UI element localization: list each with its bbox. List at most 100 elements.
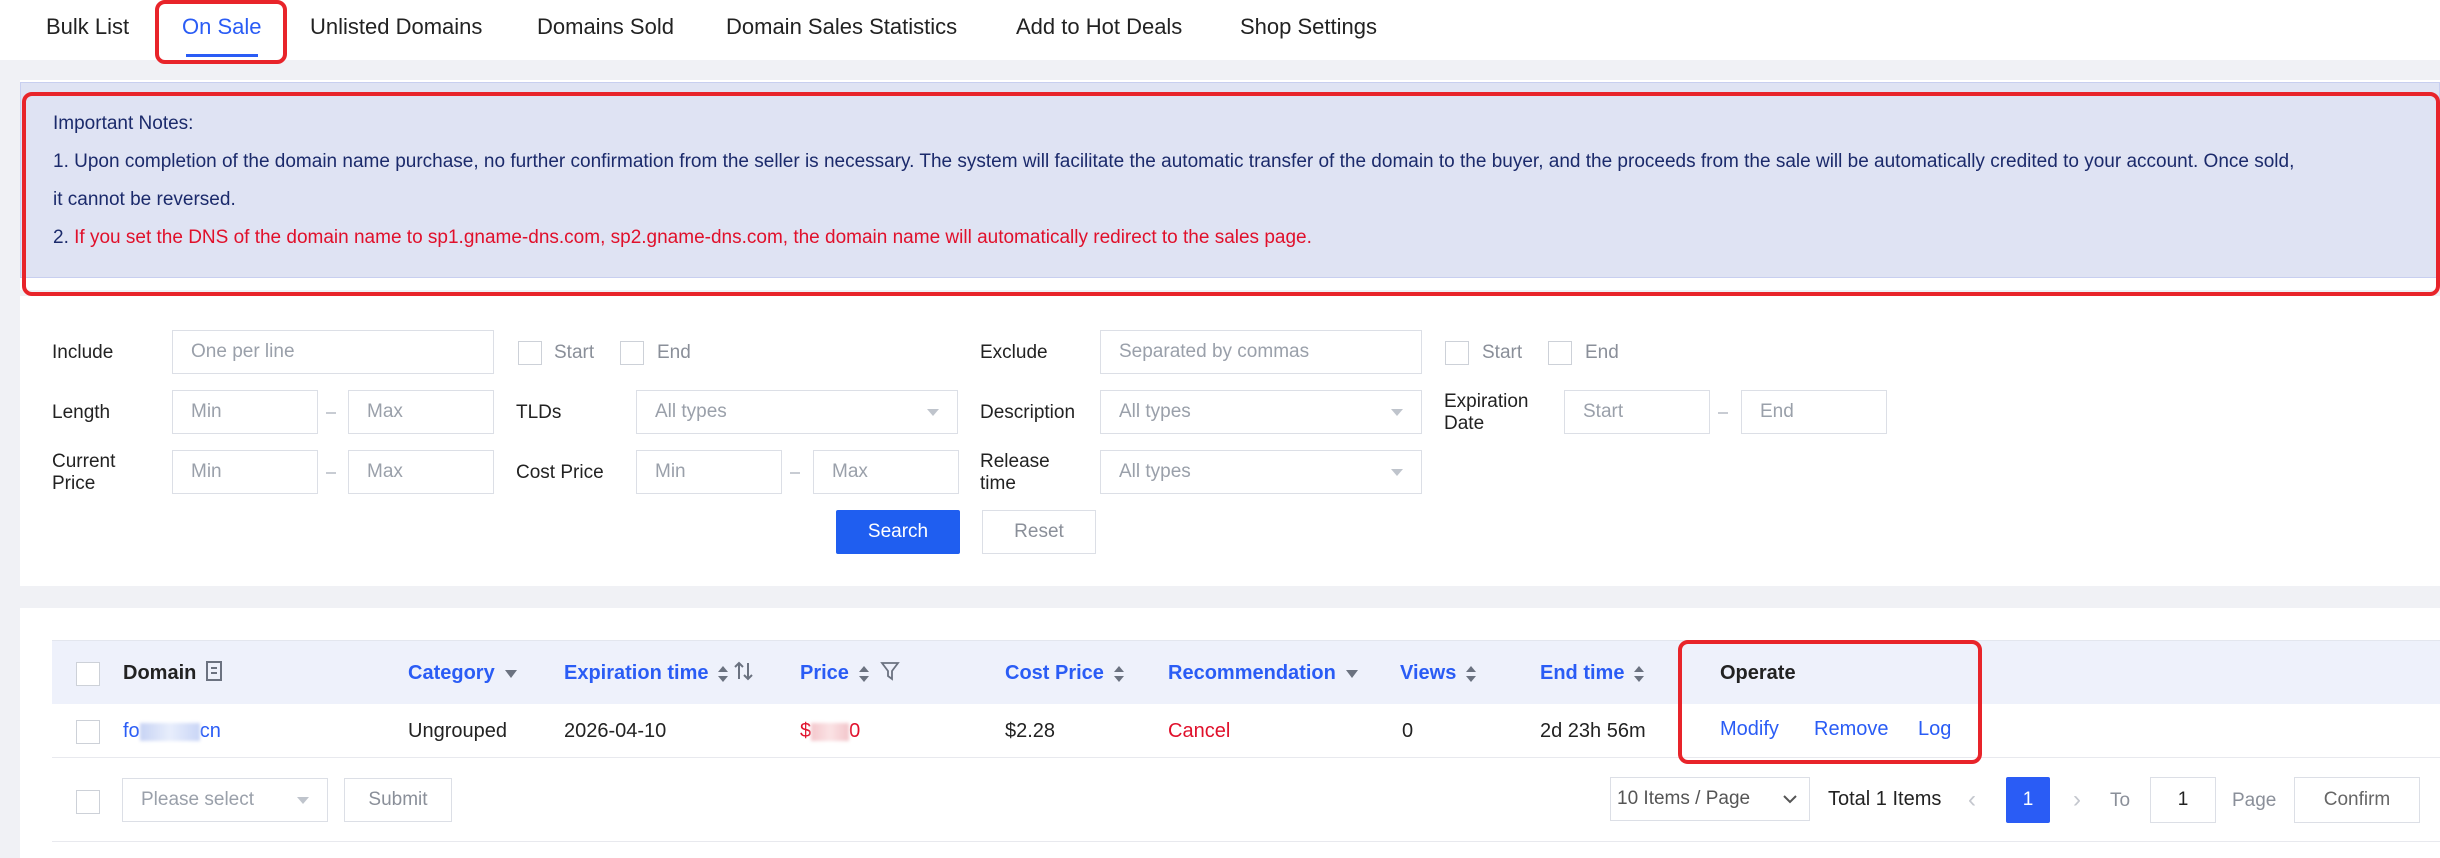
log-link[interactable]: Log <box>1918 718 1951 741</box>
include-end-checkbox[interactable] <box>620 341 644 365</box>
tab-unlisted-domains[interactable]: Unlisted Domains <box>310 14 482 46</box>
domain-text-end: cn <box>199 720 221 742</box>
column-price[interactable]: Price <box>800 662 869 685</box>
column-expiration-time[interactable]: Expiration time <box>564 662 729 685</box>
page-size-value: 10 Items / Page <box>1617 788 1751 809</box>
chevron-down-icon <box>1783 795 1797 804</box>
range-dash <box>790 472 800 474</box>
reset-button[interactable]: Reset <box>982 510 1096 554</box>
page-label: Page <box>2232 790 2277 811</box>
column-recommendation[interactable]: Recommendation <box>1168 662 1358 685</box>
include-input[interactable]: One per line <box>172 330 494 374</box>
column-category[interactable]: Category <box>408 662 517 685</box>
release-time-label: Release time <box>980 451 1050 495</box>
domain-text-start: fo <box>123 720 140 742</box>
notice-line-2-number: 2. <box>53 227 75 248</box>
row-checkbox[interactable] <box>76 720 100 744</box>
page-1-button[interactable]: 1 <box>2006 777 2050 823</box>
notice-line-2-text: If you set the DNS of the domain name to… <box>74 227 1312 248</box>
column-label: Cost Price <box>1005 662 1104 684</box>
length-label: Length <box>52 402 111 423</box>
sort-order-icon[interactable] <box>733 660 755 682</box>
exclude-end-checkbox[interactable] <box>1548 341 1572 365</box>
confirm-button[interactable]: Confirm <box>2294 777 2420 823</box>
range-dash <box>326 472 336 474</box>
cost-price-max-input[interactable]: Max <box>813 450 959 494</box>
tlds-label: TLDs <box>516 402 562 423</box>
sort-icon <box>1634 665 1645 683</box>
column-label: Views <box>1400 662 1457 684</box>
expiration-end-input[interactable]: End <box>1741 390 1887 434</box>
expiration-date-label: Expiration Date <box>1444 391 1529 435</box>
column-cost-price[interactable]: Cost Price <box>1005 662 1124 685</box>
tab-domain-sales-statistics[interactable]: Domain Sales Statistics <box>726 14 957 46</box>
remove-link[interactable]: Remove <box>1814 718 1888 741</box>
sort-icon <box>1113 665 1124 683</box>
label-line: Expiration <box>1444 391 1529 412</box>
notice-title: Important Notes: <box>53 113 194 134</box>
tab-label: On Sale <box>182 14 262 39</box>
notice-line-1-cont: it cannot be reversed. <box>53 189 236 210</box>
domain-link[interactable]: fo cn <box>123 720 221 743</box>
prev-page-icon[interactable]: ‹ <box>1968 786 1976 814</box>
column-end-time[interactable]: End time <box>1540 662 1645 685</box>
modify-link[interactable]: Modify <box>1720 718 1779 741</box>
column-views[interactable]: Views <box>1400 662 1477 685</box>
exclude-start-checkbox[interactable] <box>1445 341 1469 365</box>
label-line: Price <box>52 473 96 494</box>
views-cell: 0 <box>1402 720 1414 742</box>
exclude-input[interactable]: Separated by commas <box>1100 330 1422 374</box>
current-price-label: Current Price <box>52 451 115 495</box>
tab-on-sale[interactable]: On Sale <box>182 14 262 57</box>
tab-domains-sold[interactable]: Domains Sold <box>537 14 674 46</box>
cancel-recommendation-link[interactable]: Cancel <box>1168 720 1230 743</box>
next-page-icon[interactable]: › <box>2073 786 2081 814</box>
range-dash <box>1718 412 1728 414</box>
active-tab-indicator <box>186 54 258 57</box>
tab-shop-settings[interactable]: Shop Settings <box>1240 14 1377 46</box>
tab-label: Bulk List <box>46 14 130 39</box>
include-end-label: End <box>657 342 691 363</box>
filter-icon[interactable] <box>880 661 900 681</box>
exclude-end-label: End <box>1585 342 1619 363</box>
filter-caret-icon <box>1345 669 1358 678</box>
current-price-min-input[interactable]: Min <box>172 450 318 494</box>
tab-label: Add to Hot Deals <box>1016 14 1183 39</box>
column-label: Recommendation <box>1168 662 1336 684</box>
length-min-input[interactable]: Min <box>172 390 318 434</box>
include-start-checkbox[interactable] <box>518 341 542 365</box>
document-icon[interactable] <box>205 660 225 682</box>
sort-icon <box>858 665 869 683</box>
select-all-checkbox[interactable] <box>76 662 100 686</box>
current-price-max-input[interactable]: Max <box>348 450 494 494</box>
redacted-price <box>811 722 850 741</box>
end-time-cell: 2d 23h 56m <box>1540 720 1646 742</box>
tab-label: Domain Sales Statistics <box>726 14 958 39</box>
exclude-start-label: Start <box>1482 342 1523 363</box>
label-line: time <box>980 473 1016 494</box>
include-start-label: Start <box>554 342 595 363</box>
footer-select-all-checkbox[interactable] <box>76 790 100 814</box>
release-time-select[interactable]: All types <box>1100 450 1422 494</box>
tab-label: Unlisted Domains <box>310 14 483 39</box>
cost-price-label: Cost Price <box>516 462 604 483</box>
description-label: Description <box>980 402 1076 423</box>
bulk-action-select[interactable]: Please select <box>122 778 328 822</box>
sort-icon <box>718 665 729 683</box>
expiration-start-input[interactable]: Start <box>1564 390 1710 434</box>
search-button[interactable]: Search <box>836 510 960 554</box>
goto-page-input[interactable]: 1 <box>2150 777 2216 823</box>
description-select[interactable]: All types <box>1100 390 1422 434</box>
submit-button[interactable]: Submit <box>344 778 452 822</box>
length-max-input[interactable]: Max <box>348 390 494 434</box>
range-dash <box>326 412 336 414</box>
page-size-select[interactable]: 10 Items / Page <box>1610 777 1810 821</box>
column-label: Price <box>800 662 849 684</box>
tlds-select[interactable]: All types <box>636 390 958 434</box>
tab-add-to-hot-deals[interactable]: Add to Hot Deals <box>1016 14 1182 46</box>
redacted-text <box>139 722 200 741</box>
cost-price-min-input[interactable]: Min <box>636 450 782 494</box>
column-label: Domain <box>123 662 197 684</box>
tab-bulk-list[interactable]: Bulk List <box>46 14 129 46</box>
column-label: Expiration time <box>564 662 709 684</box>
